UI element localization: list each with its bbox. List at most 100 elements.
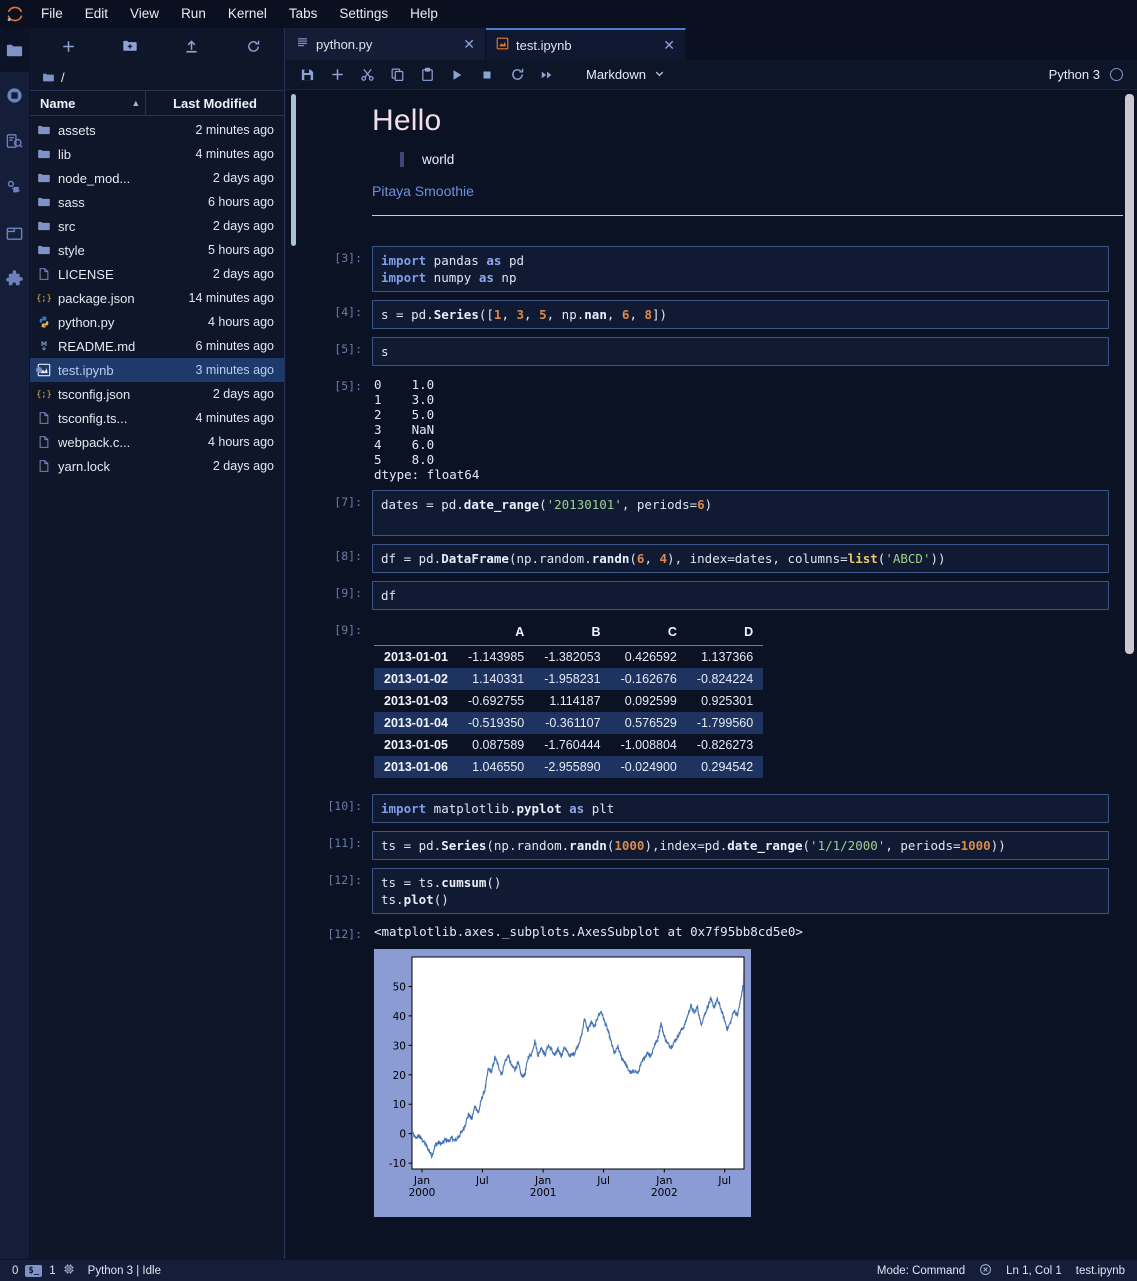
- code-cell[interactable]: [9]: df: [286, 581, 1137, 610]
- file-list-item[interactable]: assets 2 minutes ago: [30, 118, 284, 142]
- menu-kernel[interactable]: Kernel: [217, 0, 278, 28]
- code-cell[interactable]: [10]: import matplotlib.pyplot as plt: [286, 794, 1137, 823]
- insert-cell-button[interactable]: [322, 62, 352, 88]
- file-list-item[interactable]: yarn.lock 2 days ago: [30, 454, 284, 478]
- cell-type-dropdown[interactable]: Markdown: [580, 63, 671, 87]
- menu-run[interactable]: Run: [170, 0, 217, 28]
- sidebar-item-command-palette[interactable]: [0, 118, 30, 164]
- cell-collapser[interactable]: [286, 581, 300, 610]
- tab-test-ipynb[interactable]: test.ipynb ✕: [486, 28, 686, 60]
- cell-output-result[interactable]: [12]: <matplotlib.axes._subplots.AxesSub…: [286, 922, 1137, 945]
- cell-collapser[interactable]: [286, 90, 300, 246]
- cell-output-stream[interactable]: [5]: 0 1.0 1 3.0 2 5.0 3 NaN 4 6.0 5 8.0…: [286, 374, 1137, 490]
- file-list-item[interactable]: style 5 hours ago: [30, 238, 284, 262]
- code-cell[interactable]: [8]: df = pd.DataFrame(np.random.randn(6…: [286, 544, 1137, 573]
- output-prompt: [12]:: [327, 927, 362, 941]
- sidebar-item-property-inspector[interactable]: [0, 164, 30, 210]
- file-list-item[interactable]: {;} tsconfig.json 2 days ago: [30, 382, 284, 406]
- column-header-name[interactable]: Name ▲: [30, 91, 146, 115]
- cell-output-figure[interactable]: -10 0 10 20 30 40 50 Jan 2000 Jul Jan 2001 Jul Jan 200…: [286, 945, 1137, 1217]
- file-list-item[interactable]: src 2 days ago: [30, 214, 284, 238]
- code-editor[interactable]: s: [372, 337, 1109, 366]
- code-cell[interactable]: [7]: dates = pd.date_range('20130101', p…: [286, 490, 1137, 536]
- column-header-modified[interactable]: Last Modified: [146, 91, 284, 115]
- upload-button[interactable]: [161, 31, 223, 61]
- file-list-item[interactable]: webpack.c... 4 hours ago: [30, 430, 284, 454]
- code-editor[interactable]: df = pd.DataFrame(np.random.randn(6, 4),…: [372, 544, 1109, 573]
- notebook-panel[interactable]: Hello world Pitaya Smoothie [3]: import …: [286, 90, 1137, 1259]
- cell-collapser[interactable]: [286, 337, 300, 366]
- file-list-item[interactable]: python.py 4 hours ago: [30, 310, 284, 334]
- sidebar-item-running-kernels[interactable]: [0, 72, 30, 118]
- file-list-item[interactable]: sass 6 hours ago: [30, 190, 284, 214]
- close-icon[interactable]: ✕: [463, 37, 475, 51]
- cell-collapser[interactable]: [286, 794, 300, 823]
- notebook-scrollbar[interactable]: [1123, 90, 1137, 1259]
- sidebar-item-extension-manager[interactable]: [0, 256, 30, 302]
- file-list-item[interactable]: {;} package.json 14 minutes ago: [30, 286, 284, 310]
- file-list-item[interactable]: tsconfig.ts... 4 minutes ago: [30, 406, 284, 430]
- code-cell[interactable]: [3]: import pandas as pd import numpy as…: [286, 246, 1137, 292]
- kernel-status-text[interactable]: Python 3 | Idle: [88, 1265, 161, 1277]
- paste-cell-button[interactable]: [412, 62, 442, 88]
- cell-collapser[interactable]: [286, 246, 300, 292]
- code-cell[interactable]: [5]: s: [286, 337, 1137, 366]
- restart-kernel-button[interactable]: [502, 62, 532, 88]
- svg-text:Jan: Jan: [413, 1175, 430, 1187]
- cell-collapser[interactable]: [286, 544, 300, 573]
- run-cell-button[interactable]: [442, 62, 472, 88]
- code-editor[interactable]: dates = pd.date_range('20130101', period…: [372, 490, 1109, 536]
- cell-collapser[interactable]: [286, 618, 300, 794]
- file-list-item[interactable]: lib 4 minutes ago: [30, 142, 284, 166]
- cell-collapser[interactable]: [286, 374, 300, 490]
- cell-collapser[interactable]: [286, 922, 300, 945]
- terminal-icon[interactable]: $_: [25, 1264, 43, 1277]
- code-editor[interactable]: df: [372, 581, 1109, 610]
- copy-cell-button[interactable]: [382, 62, 412, 88]
- svg-text:20: 20: [393, 1070, 406, 1082]
- breadcrumb[interactable]: /: [30, 64, 284, 90]
- code-editor[interactable]: import matplotlib.pyplot as plt: [372, 794, 1109, 823]
- file-list-item[interactable]: M README.md 6 minutes ago: [30, 334, 284, 358]
- cell-collapser[interactable]: [286, 831, 300, 860]
- tab-python-py[interactable]: python.py ✕: [286, 28, 486, 60]
- cell-output-dataframe[interactable]: [9]: A B C D 2013-01-01 -1.143985 -1.382053 0.4…: [286, 618, 1137, 794]
- kernel-indicator-group[interactable]: Python 3: [1049, 67, 1137, 82]
- new-folder-button[interactable]: [100, 31, 162, 61]
- code-cell[interactable]: [11]: ts = pd.Series(np.random.randn(100…: [286, 831, 1137, 860]
- sidebar-item-file-browser[interactable]: [0, 28, 30, 72]
- code-editor[interactable]: s = pd.Series([1, 3, 5, np.nan, 6, 8]): [372, 300, 1109, 329]
- menu-tabs[interactable]: Tabs: [278, 0, 329, 28]
- restart-run-all-button[interactable]: [532, 62, 562, 88]
- menu-settings[interactable]: Settings: [328, 0, 399, 28]
- refresh-button[interactable]: [223, 31, 285, 61]
- code-cell[interactable]: [4]: s = pd.Series([1, 3, 5, np.nan, 6, …: [286, 300, 1137, 329]
- menu-file[interactable]: File: [30, 0, 74, 28]
- menu-edit[interactable]: Edit: [74, 0, 119, 28]
- menu-view[interactable]: View: [119, 0, 170, 28]
- cpu-icon[interactable]: [63, 1263, 75, 1278]
- file-list-item[interactable]: LICENSE 2 days ago: [30, 262, 284, 286]
- save-button[interactable]: [292, 62, 322, 88]
- markdown-link[interactable]: Pitaya Smoothie: [372, 183, 1137, 199]
- markdown-cell[interactable]: Hello world Pitaya Smoothie: [286, 90, 1137, 246]
- sidebar-item-open-tabs[interactable]: [0, 210, 30, 256]
- close-icon[interactable]: ✕: [663, 38, 675, 52]
- cell-collapser[interactable]: [286, 945, 300, 1217]
- interrupt-kernel-button[interactable]: [472, 62, 502, 88]
- scrollbar-thumb[interactable]: [1125, 94, 1134, 654]
- breadcrumb-root[interactable]: /: [61, 70, 65, 85]
- cell-collapser[interactable]: [286, 868, 300, 914]
- code-editor[interactable]: import pandas as pd import numpy as np: [372, 246, 1109, 292]
- code-cell[interactable]: [12]: ts = ts.cumsum() ts.plot(): [286, 868, 1137, 914]
- code-editor[interactable]: ts = pd.Series(np.random.randn(1000),ind…: [372, 831, 1109, 860]
- cut-cell-button[interactable]: [352, 62, 382, 88]
- menu-help[interactable]: Help: [399, 0, 449, 28]
- file-name: README.md: [58, 338, 136, 354]
- new-launcher-button[interactable]: [38, 31, 100, 61]
- file-list-item[interactable]: test.ipynb 3 minutes ago: [30, 358, 284, 382]
- cell-collapser[interactable]: [286, 490, 300, 536]
- cell-collapser[interactable]: [286, 300, 300, 329]
- code-editor[interactable]: ts = ts.cumsum() ts.plot(): [372, 868, 1109, 914]
- file-list-item[interactable]: node_mod... 2 days ago: [30, 166, 284, 190]
